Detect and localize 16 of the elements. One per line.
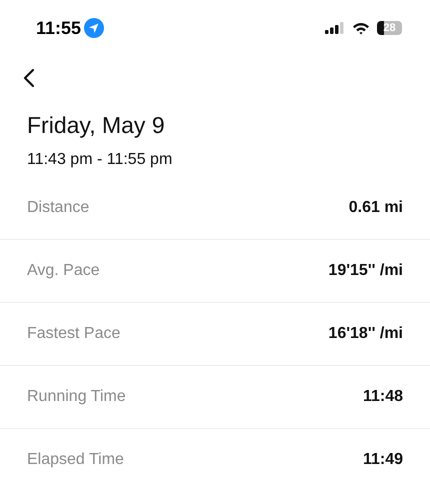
page-title: Friday, May 9 <box>27 112 166 139</box>
stat-value: 0.61 mi <box>348 199 403 217</box>
location-icon <box>84 18 104 38</box>
wifi-icon <box>352 22 370 34</box>
time-range: 11:43 pm - 11:55 pm <box>27 151 174 169</box>
stat-label: Distance <box>27 199 90 217</box>
stat-label: Avg. Pace <box>27 262 100 280</box>
stat-value: 11:48 <box>362 388 403 406</box>
stat-value: 11:49 <box>362 451 403 469</box>
status-time: 11:55 <box>36 18 82 38</box>
stat-label: Elapsed Time <box>27 451 124 469</box>
stat-label: Running Time <box>27 388 126 406</box>
stat-label: Fastest Pace <box>27 325 120 343</box>
stat-value: 16'18'' /mi <box>328 325 403 343</box>
signal-icon <box>325 22 345 34</box>
stat-value: 19'15'' /mi <box>328 262 403 280</box>
